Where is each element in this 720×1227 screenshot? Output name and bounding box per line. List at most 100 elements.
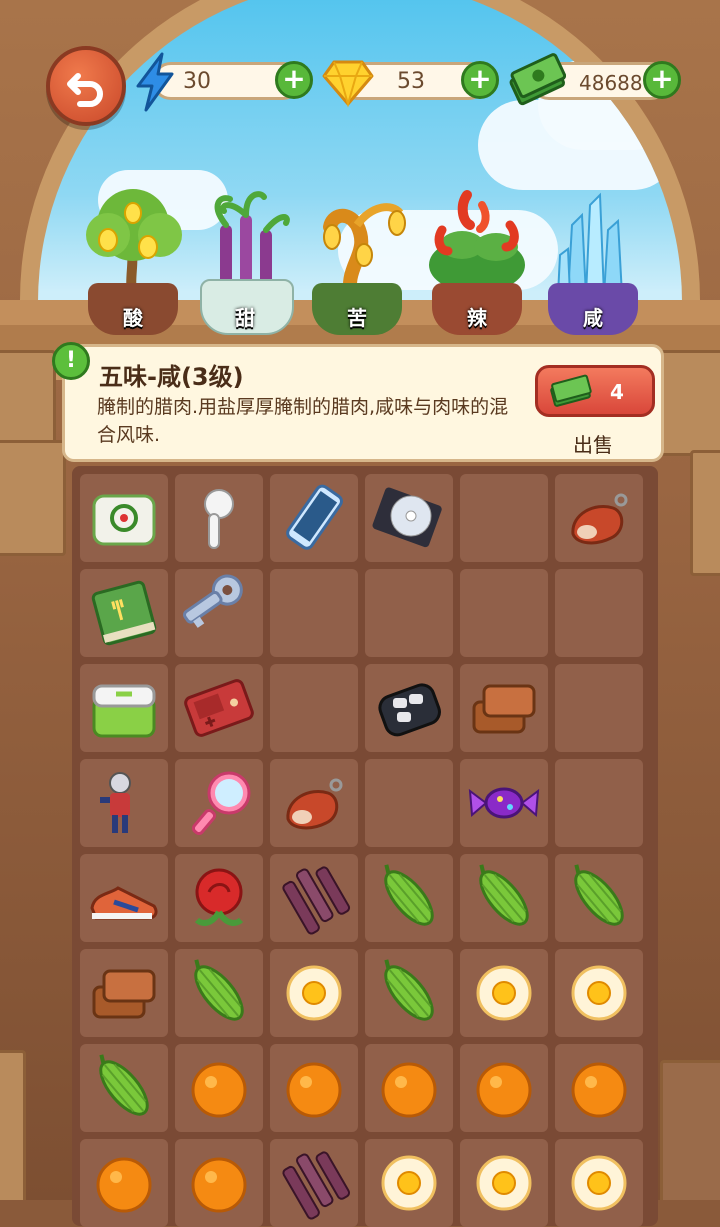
notebook-icon [91, 580, 157, 646]
egg-icon [476, 965, 532, 1021]
item-info-panel: 五味-咸(3级) 腌制的腊肉.用盐厚厚腌制的腊肉,咸味与肉味的混合风味. 4 出… [62, 344, 664, 462]
grid-cell[interactable] [175, 854, 263, 942]
plant-spicy[interactable]: 辣 [422, 185, 532, 335]
grid-cell[interactable] [270, 1044, 358, 1132]
grid-cell[interactable] [460, 474, 548, 562]
add-energy-button[interactable]: + [275, 61, 313, 99]
grid-cell[interactable] [460, 854, 548, 942]
item-title: 五味-咸(3级) [99, 363, 244, 391]
grid-cell[interactable] [270, 854, 358, 942]
egg-icon [476, 1155, 532, 1211]
grid-cell[interactable] [175, 664, 263, 752]
energy-value: 30 [183, 69, 211, 94]
crate [660, 1060, 720, 1200]
grid-cell[interactable] [365, 949, 453, 1037]
grid-cell[interactable] [460, 759, 548, 847]
bitter-melon-icon [384, 864, 434, 926]
grid-cell[interactable] [80, 854, 168, 942]
grid-cell[interactable] [365, 759, 453, 847]
plant-label: 苦 [347, 306, 367, 330]
grid-cell[interactable] [80, 1044, 168, 1132]
grid-cell[interactable] [460, 664, 548, 752]
grid-cell[interactable] [80, 949, 168, 1037]
grid-cell[interactable] [365, 854, 453, 942]
grid-cell[interactable] [175, 569, 263, 657]
grid-cell[interactable] [80, 474, 168, 562]
grid-cell[interactable] [270, 759, 358, 847]
rose-icon [194, 868, 244, 926]
grid-cell[interactable] [460, 949, 548, 1037]
plant-label: 咸 [583, 306, 603, 330]
grid-cell[interactable] [365, 474, 453, 562]
sell-button[interactable]: 4 [535, 365, 655, 417]
sugarcane-icon [282, 1151, 351, 1220]
phone-icon [286, 484, 343, 550]
grid-cell[interactable] [270, 664, 358, 752]
grid-cell[interactable] [270, 949, 358, 1037]
plant-salty[interactable]: 咸 [538, 185, 648, 335]
grid-cell[interactable] [175, 1044, 263, 1132]
grid-cell[interactable] [555, 949, 643, 1037]
bitter-melon-icon [384, 959, 434, 1021]
grid-cell[interactable] [555, 759, 643, 847]
grid-cell[interactable] [460, 1044, 548, 1132]
orange-icon [381, 1062, 437, 1118]
egg-icon [571, 1155, 627, 1211]
grid-cell[interactable] [80, 569, 168, 657]
grid-cell[interactable] [175, 949, 263, 1037]
hand-mirror-icon [191, 771, 251, 836]
add-gems-button[interactable]: + [461, 61, 499, 99]
grid-cell[interactable] [365, 664, 453, 752]
grid-cell[interactable] [555, 1139, 643, 1227]
orange-icon [571, 1062, 627, 1118]
car-key-icon [378, 683, 441, 737]
grid-cell[interactable] [175, 1139, 263, 1227]
bitter-melon-icon [194, 959, 244, 1021]
plant-sour[interactable]: 酸 [78, 185, 188, 335]
back-button[interactable] [46, 46, 126, 126]
grid-cell[interactable] [555, 664, 643, 752]
cash-stack-icon [509, 53, 566, 106]
toast-icon [92, 969, 156, 1019]
plant-sweet[interactable]: 甜 [190, 185, 300, 335]
grid-cell[interactable] [270, 474, 358, 562]
bitter-melon-icon [479, 864, 529, 926]
gameboy-icon [184, 679, 254, 737]
add-cash-button[interactable]: + [643, 61, 681, 99]
grid-cell[interactable] [555, 474, 643, 562]
plant-label: 辣 [467, 306, 487, 330]
grid-cell[interactable] [460, 569, 548, 657]
grid-cell[interactable] [270, 569, 358, 657]
grid-cell[interactable] [555, 854, 643, 942]
orange-icon [191, 1157, 247, 1213]
crate [0, 1050, 26, 1200]
grid-cell[interactable] [365, 1044, 453, 1132]
gem-icon [322, 60, 374, 108]
orange-icon [286, 1062, 342, 1118]
candy-icon [468, 787, 540, 819]
cd-icon [372, 487, 442, 548]
cured-ham-icon [571, 493, 628, 545]
orange-icon [476, 1062, 532, 1118]
cured-ham-icon [286, 778, 343, 830]
earbud-icon [204, 489, 234, 549]
grid-cell[interactable] [555, 569, 643, 657]
orange-icon [96, 1157, 152, 1213]
plant-bitter[interactable]: 苦 [302, 185, 412, 335]
grid-cell[interactable] [80, 1139, 168, 1227]
grid-cell[interactable] [460, 1139, 548, 1227]
grid-cell[interactable] [80, 664, 168, 752]
egg-icon [381, 1155, 437, 1211]
grid-cell[interactable] [175, 474, 263, 562]
grid-cell[interactable] [555, 1044, 643, 1132]
egg-icon [286, 965, 342, 1021]
plant-label: 甜 [235, 306, 255, 330]
toast-icon [472, 684, 536, 734]
item-description: 腌制的腊肉.用盐厚厚腌制的腊肉,咸味与肉味的混合风味. [97, 396, 509, 446]
grid-cell[interactable] [175, 759, 263, 847]
grid-cell[interactable] [80, 759, 168, 847]
sugarcane-icon [282, 866, 351, 935]
grid-cell[interactable] [365, 1139, 453, 1227]
grid-cell[interactable] [365, 569, 453, 657]
grid-cell[interactable] [270, 1139, 358, 1227]
